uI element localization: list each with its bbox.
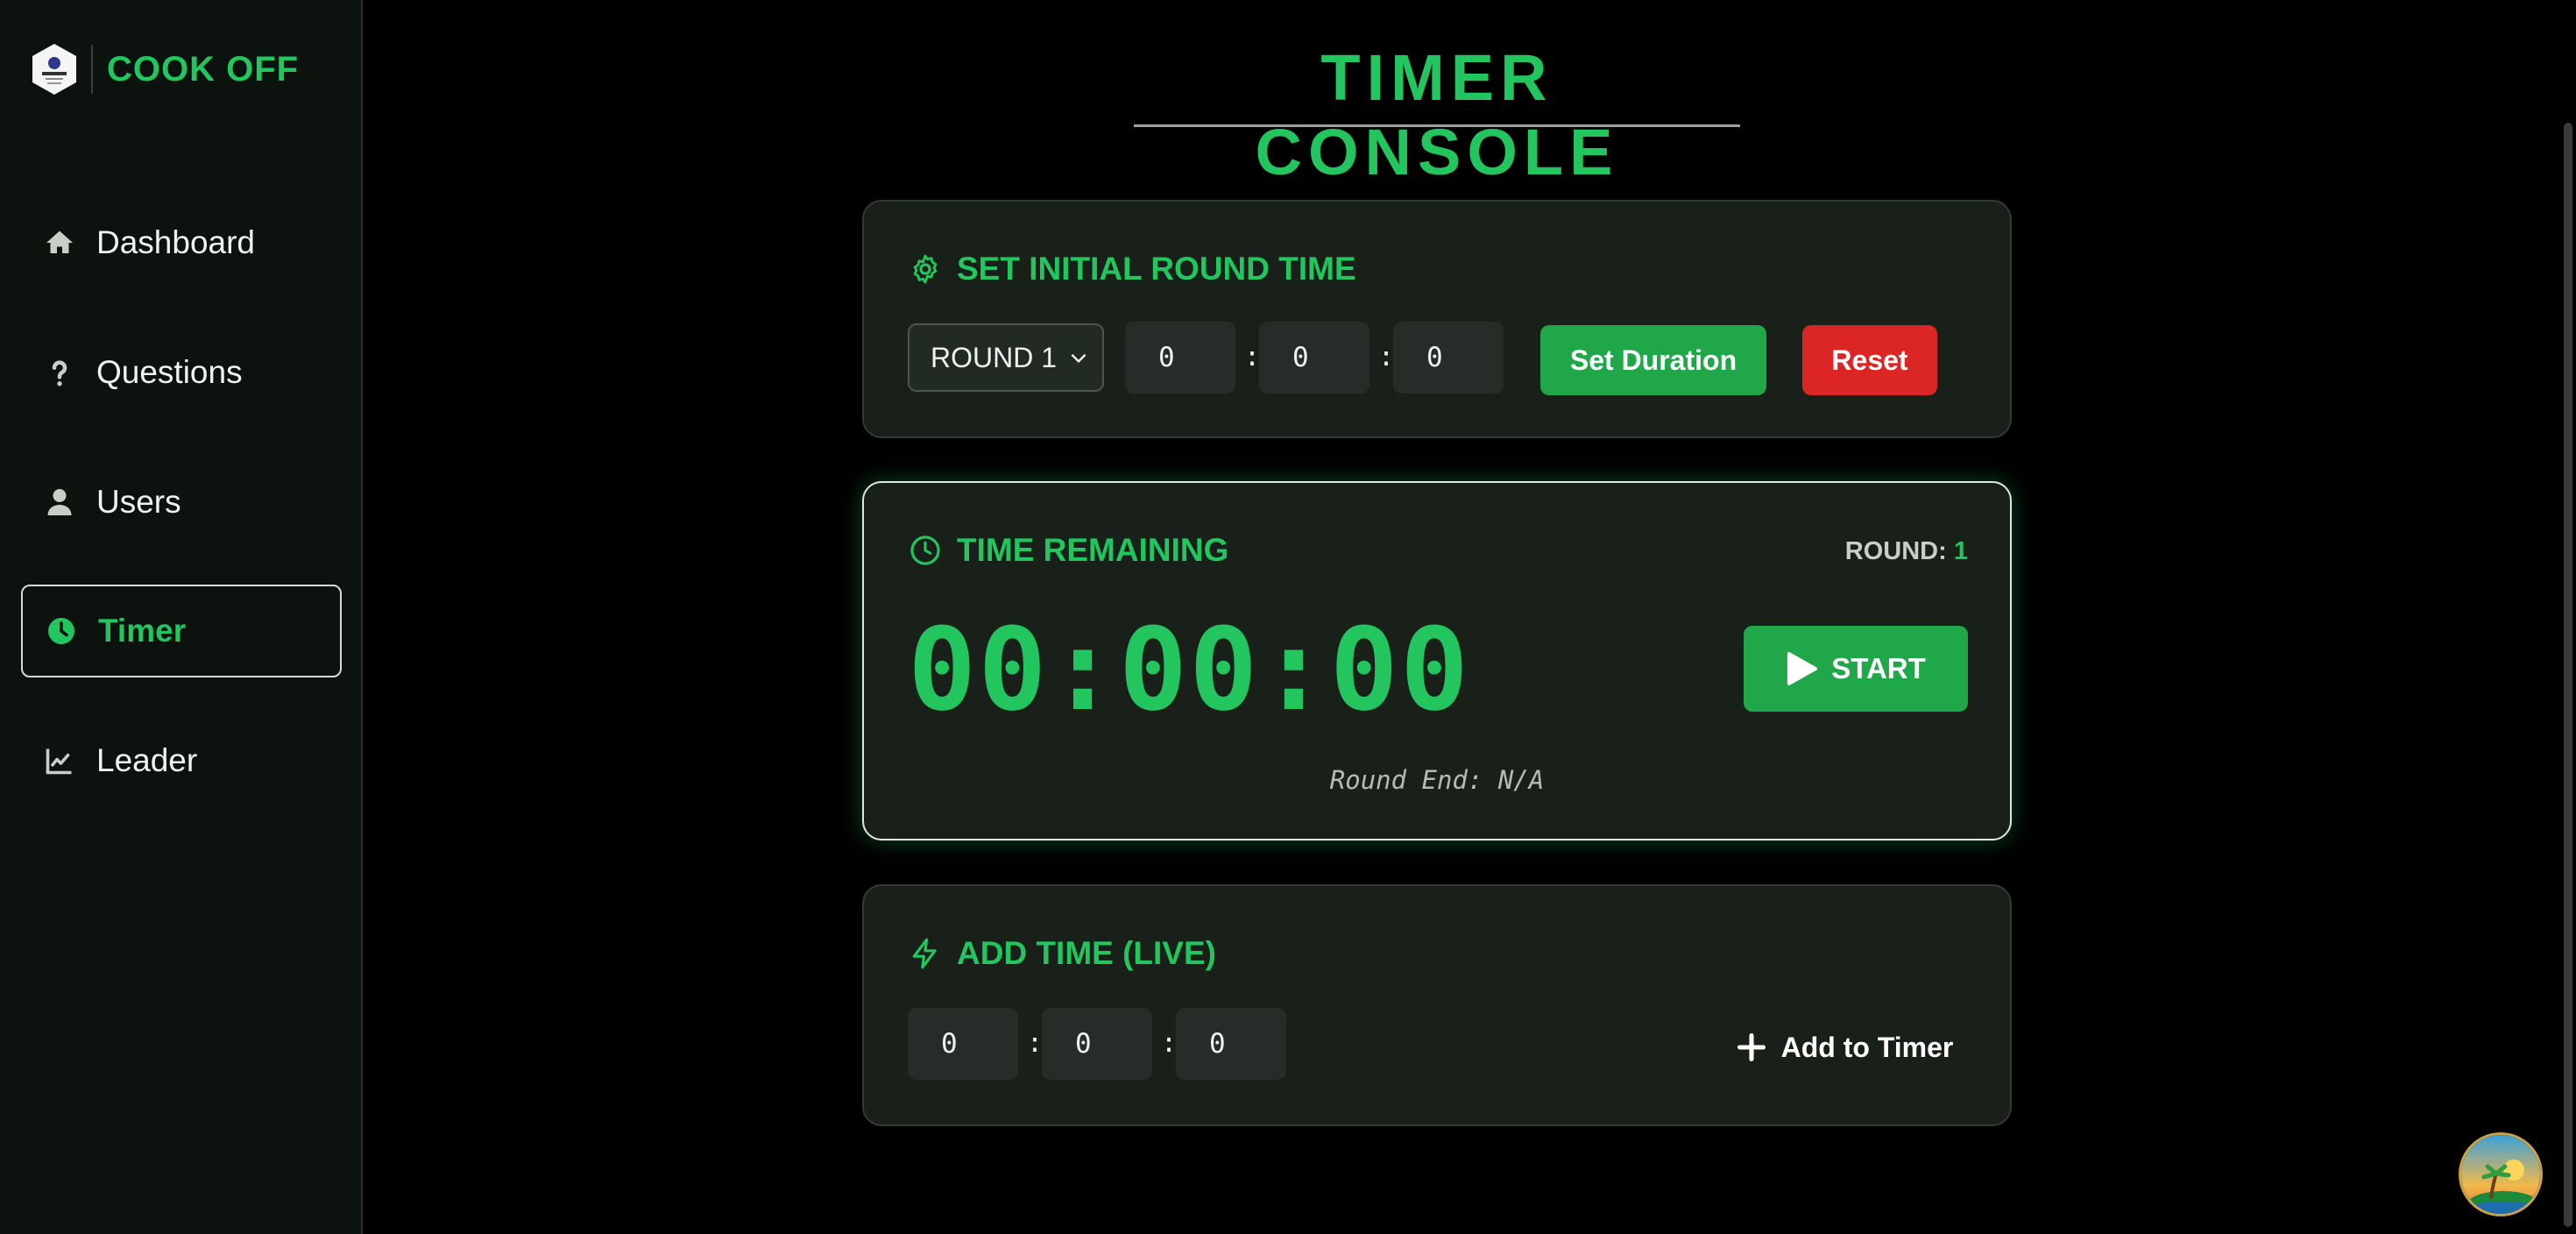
sidebar-item-timer[interactable]: Timer [21,585,342,677]
hours-input[interactable]: 0 [1125,322,1235,394]
clock-icon [908,533,943,568]
card-header: ADD TIME (LIVE) [908,935,1216,972]
round-value: 1 [1953,537,1968,565]
countdown-display: 00:00:00 [908,603,1471,736]
sidebar-item-leader[interactable]: Leader [21,714,342,807]
logo-icon [30,42,79,96]
title-underline [1134,124,1740,127]
start-label: START [1831,652,1926,684]
user-icon [42,485,77,520]
page-title: TIMER CONSOLE [1255,41,1619,188]
set-round-time-card: SET INITIAL ROUND TIME ROUND 1 0 : 0 : 0… [862,200,2012,438]
reset-button[interactable]: Reset [1802,325,1937,395]
add-to-timer-button[interactable]: Add to Timer [1726,1014,1963,1081]
chevron-down-icon [1071,353,1086,364]
add-to-timer-label: Add to Timer [1780,1031,1954,1063]
sidebar-item-label: Questions [96,354,243,390]
seconds-input[interactable]: 0 [1393,322,1504,394]
bolt-icon [908,936,943,971]
sidebar-item-label: Users [96,484,181,520]
home-icon [42,225,77,260]
sidebar-item-dashboard[interactable]: Dashboard [21,196,342,289]
add-seconds-input[interactable]: 0 [1176,1008,1286,1080]
add-minutes-input[interactable]: 0 [1042,1008,1152,1080]
card-heading: SET INITIAL ROUND TIME [957,251,1356,287]
clock-icon [44,613,79,649]
time-separator: : [1161,1028,1178,1059]
minutes-input[interactable]: 0 [1259,322,1369,394]
avatar[interactable] [2459,1132,2543,1216]
card-header: TIME REMAINING [908,532,1228,569]
scrollbar[interactable] [2564,123,2572,1227]
sidebar-item-users[interactable]: Users [21,456,342,549]
sidebar-item-questions[interactable]: Questions [21,326,342,419]
play-icon [1787,652,1818,685]
round-select[interactable]: ROUND 1 [908,323,1104,392]
time-separator: : [1027,1028,1044,1059]
time-separator: : [1378,342,1395,372]
set-duration-button[interactable]: Set Duration [1540,325,1766,395]
card-heading: ADD TIME (LIVE) [957,935,1216,971]
start-button[interactable]: START [1744,626,1968,712]
brand[interactable]: COOK OFF [30,42,299,96]
question-icon [42,355,77,390]
sidebar-item-label: Leader [96,742,198,778]
time-remaining-card: TIME REMAINING ROUND: 1 00:00:00 START R… [862,481,2012,840]
island-avatar-icon [2461,1135,2540,1214]
plus-icon [1737,1032,1766,1062]
card-header: SET INITIAL ROUND TIME [908,251,1356,287]
current-round: ROUND: 1 [1845,537,1968,566]
round-label: ROUND: [1844,537,1947,565]
add-hours-input[interactable]: 0 [908,1008,1018,1080]
round-end-text: Round End: N/A [1329,765,1545,795]
brand-name: COOK OFF [107,49,300,89]
sidebar-item-label: Timer [98,613,187,649]
sidebar: COOK OFF Dashboard Questions Users Timer… [0,0,363,1234]
time-separator: : [1244,342,1261,372]
add-time-card: ADD TIME (LIVE) 0 : 0 : 0 Add to Timer [862,884,2012,1126]
gear-icon [908,252,943,287]
brand-divider [91,45,93,94]
round-select-value: ROUND 1 [931,341,1058,373]
card-heading: TIME REMAINING [957,532,1229,568]
sidebar-item-label: Dashboard [96,224,256,260]
chart-line-icon [42,743,77,778]
